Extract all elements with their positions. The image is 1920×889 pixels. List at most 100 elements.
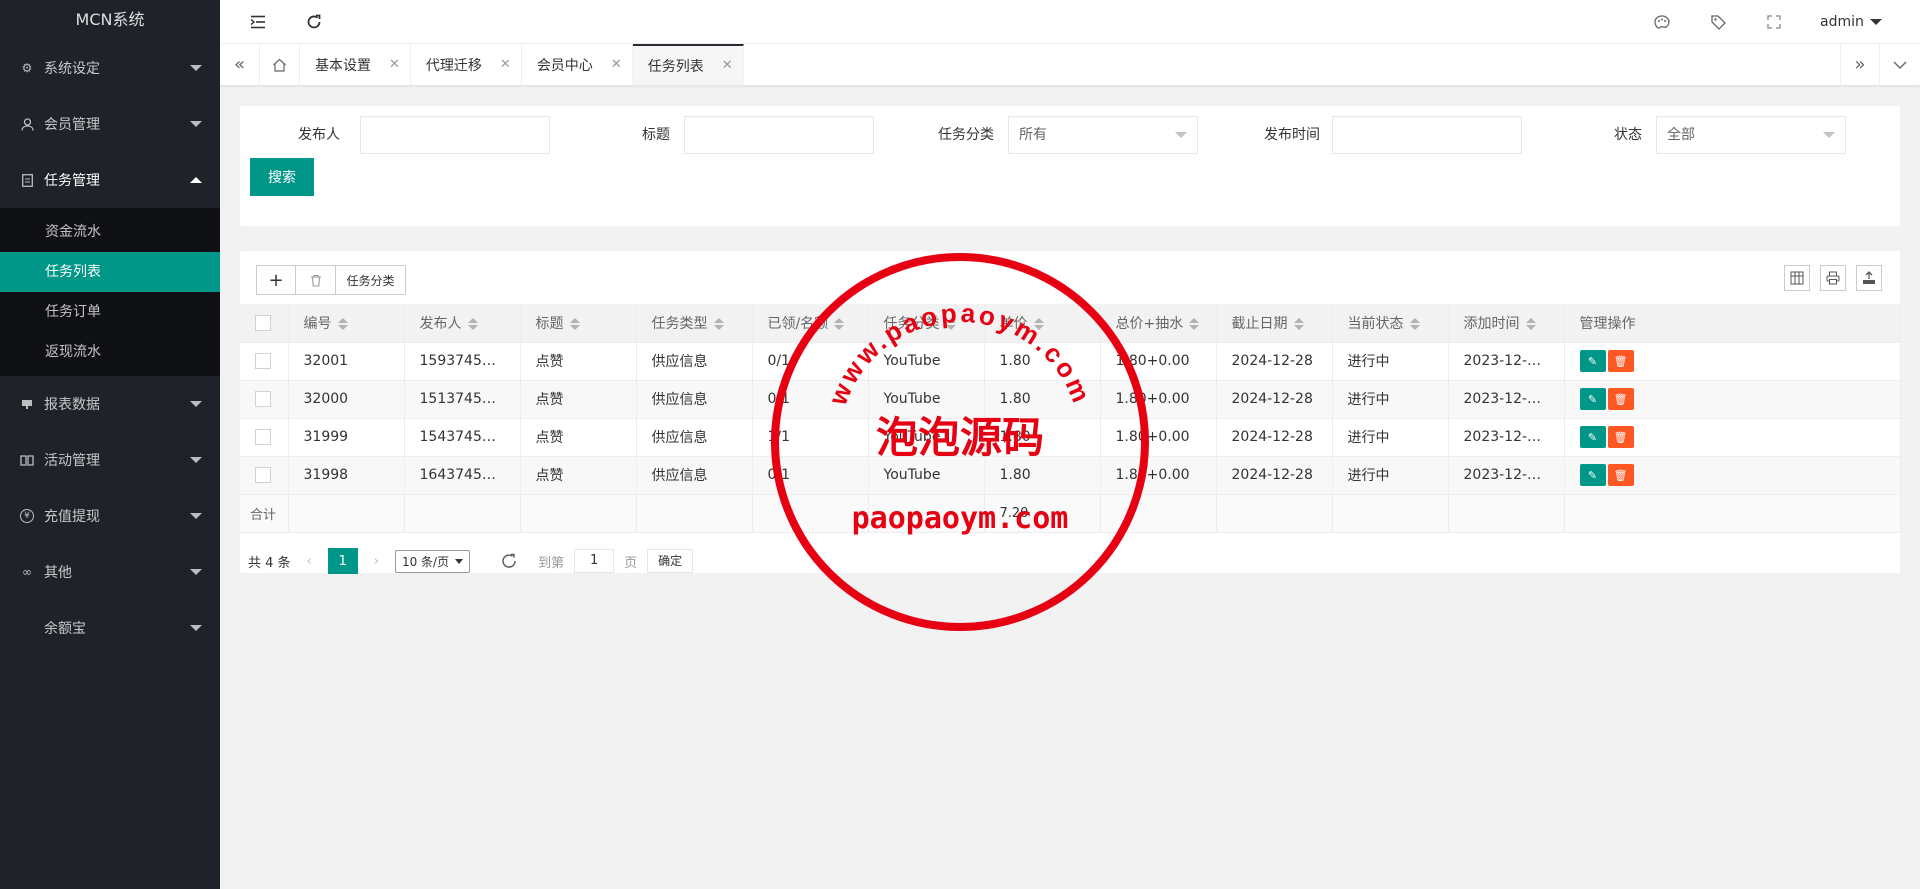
tab-scroll-right-button[interactable]: » (1840, 44, 1880, 85)
table-panel: + 任务分类 编号 发布人 标题 任务类型 已领/名额 任务分类 单价 总价+抽… (240, 251, 1901, 574)
column-header[interactable]: 任务分类 (868, 304, 985, 343)
sort-icon[interactable] (337, 317, 348, 330)
columns-icon (1790, 271, 1804, 285)
sidebar-item-activity-management[interactable]: 活动管理 (0, 432, 220, 488)
edit-button[interactable]: ✎ (1579, 426, 1606, 448)
close-icon[interactable]: ✕ (500, 57, 511, 72)
category-label: 任务分类 (938, 127, 994, 143)
table-cell: 31998 (288, 456, 405, 495)
table-toolbar: + 任务分类 (256, 265, 406, 295)
column-header-label: 标题 (535, 315, 564, 332)
column-header-label: 管理操作 (1579, 315, 1636, 332)
menu-collapse-button[interactable] (236, 0, 280, 44)
sort-icon[interactable] (1293, 317, 1304, 330)
close-icon[interactable]: ✕ (389, 57, 400, 72)
sidebar-item-recharge-withdraw[interactable]: ¥ 充值提现 (0, 488, 220, 544)
sort-icon[interactable] (713, 317, 724, 330)
fullscreen-button[interactable] (1752, 0, 1796, 44)
delete-button[interactable]: 🗑 (1607, 388, 1634, 410)
column-header[interactable]: 当前状态 (1332, 304, 1449, 343)
table-cell: 0/1 (752, 342, 869, 381)
submenu-item-task-list[interactable]: 任务列表 (0, 252, 220, 292)
sidebar-item-task-management[interactable]: 任务管理 (0, 152, 220, 208)
column-header[interactable]: 单价 (984, 304, 1101, 343)
tab-dropdown-button[interactable] (1880, 44, 1920, 85)
export-button[interactable] (1856, 265, 1882, 291)
submenu-item-fund-flow[interactable]: 资金流水 (0, 212, 220, 252)
edit-button[interactable]: ✎ (1579, 350, 1606, 372)
select-all-checkbox[interactable] (255, 314, 271, 331)
submenu-item-cashback-flow[interactable]: 返现流水 (0, 332, 220, 372)
refresh-page-icon[interactable] (500, 552, 518, 570)
tab-agent-migration[interactable]: 代理迁移 ✕ (411, 44, 522, 85)
category-select[interactable]: 所有 (1008, 116, 1198, 154)
column-header: 管理操作 (1564, 304, 1901, 343)
row-checkbox[interactable] (255, 467, 271, 483)
column-filter-button[interactable] (1784, 265, 1810, 291)
table-cell: 供应信息 (636, 456, 753, 495)
table-cell (288, 494, 405, 533)
tag-button[interactable] (1696, 0, 1740, 44)
delete-button[interactable]: 🗑 (1607, 426, 1634, 448)
column-header[interactable]: 总价+抽水 (1100, 304, 1217, 343)
edit-button[interactable]: ✎ (1579, 464, 1606, 486)
column-header[interactable]: 添加时间 (1448, 304, 1565, 343)
close-icon[interactable]: ✕ (722, 58, 733, 73)
delete-button[interactable]: 🗑 (1607, 464, 1634, 486)
print-button[interactable] (1820, 265, 1846, 291)
table-cell: 1.80 (984, 456, 1101, 495)
column-header[interactable]: 编号 (288, 304, 405, 343)
column-header[interactable]: 任务类型 (636, 304, 753, 343)
title-input[interactable] (684, 116, 874, 154)
sidebar-item-report-data[interactable]: 报表数据 (0, 376, 220, 432)
main-content: 发布人 标题 任务分类 所有 发布时间 状态 全部 搜索 + 任务分类 编号 发… (240, 106, 1901, 574)
page-1-button[interactable]: 1 (327, 548, 358, 574)
status-select[interactable]: 全部 (1656, 116, 1846, 154)
sort-icon[interactable] (569, 317, 580, 330)
sidebar-item-member-management[interactable]: 会员管理 (0, 96, 220, 152)
edit-button[interactable]: ✎ (1579, 388, 1606, 410)
sort-icon[interactable] (1033, 317, 1044, 330)
sidebar-item-other[interactable]: ∞ 其他 (0, 544, 220, 600)
column-header[interactable]: 发布人 (404, 304, 521, 343)
page-size-select[interactable]: 10 条/页 (394, 549, 471, 573)
column-header[interactable]: 标题 (520, 304, 637, 343)
sort-icon[interactable] (945, 317, 956, 330)
sidebar: MCN系统 ⚙ 系统设定 会员管理 任务管理 资金流水 任务列表 任务订单 返现… (0, 0, 220, 889)
tab-basic-settings[interactable]: 基本设置 ✕ (300, 44, 411, 85)
sort-icon[interactable] (467, 317, 478, 330)
task-category-button[interactable]: 任务分类 (336, 265, 406, 295)
sort-icon[interactable] (1525, 317, 1536, 330)
tab-task-list[interactable]: 任务列表 ✕ (632, 44, 744, 85)
prev-page-icon[interactable]: ‹ (307, 554, 312, 569)
table-cell: 2024-12-28 (1216, 418, 1333, 457)
row-checkbox[interactable] (255, 391, 271, 407)
column-header[interactable]: 已领/名额 (752, 304, 869, 343)
delete-button[interactable]: 🗑 (1607, 350, 1634, 372)
home-tab[interactable] (260, 44, 300, 85)
submenu-item-task-orders[interactable]: 任务订单 (0, 292, 220, 332)
search-button[interactable]: 搜索 (250, 158, 314, 196)
sidebar-item-yuebao[interactable]: 余额宝 (0, 600, 220, 656)
row-checkbox[interactable] (255, 353, 271, 369)
sidebar-item-system-settings[interactable]: ⚙ 系统设定 (0, 40, 220, 96)
user-menu[interactable]: admin (1820, 0, 1882, 44)
refresh-button[interactable] (292, 0, 336, 44)
theme-button[interactable] (1640, 0, 1684, 44)
next-page-icon[interactable]: › (374, 554, 379, 569)
publisher-input[interactable] (360, 116, 550, 154)
row-checkbox[interactable] (255, 429, 271, 445)
tab-scroll-left-button[interactable]: « (220, 44, 260, 85)
publish-time-input[interactable] (1332, 116, 1522, 154)
sort-icon[interactable] (1409, 317, 1420, 330)
total-label: 合计 (240, 494, 289, 533)
batch-delete-button[interactable] (296, 265, 336, 295)
close-icon[interactable]: ✕ (611, 57, 622, 72)
page-jump-confirm-button[interactable]: 确定 (647, 549, 694, 573)
sort-icon[interactable] (834, 317, 845, 330)
sort-icon[interactable] (1189, 317, 1200, 330)
page-jump-input[interactable]: 1 (574, 549, 615, 573)
column-header[interactable]: 截止日期 (1216, 304, 1333, 343)
tab-member-center[interactable]: 会员中心 ✕ (522, 44, 633, 85)
add-button[interactable]: + (256, 265, 296, 295)
